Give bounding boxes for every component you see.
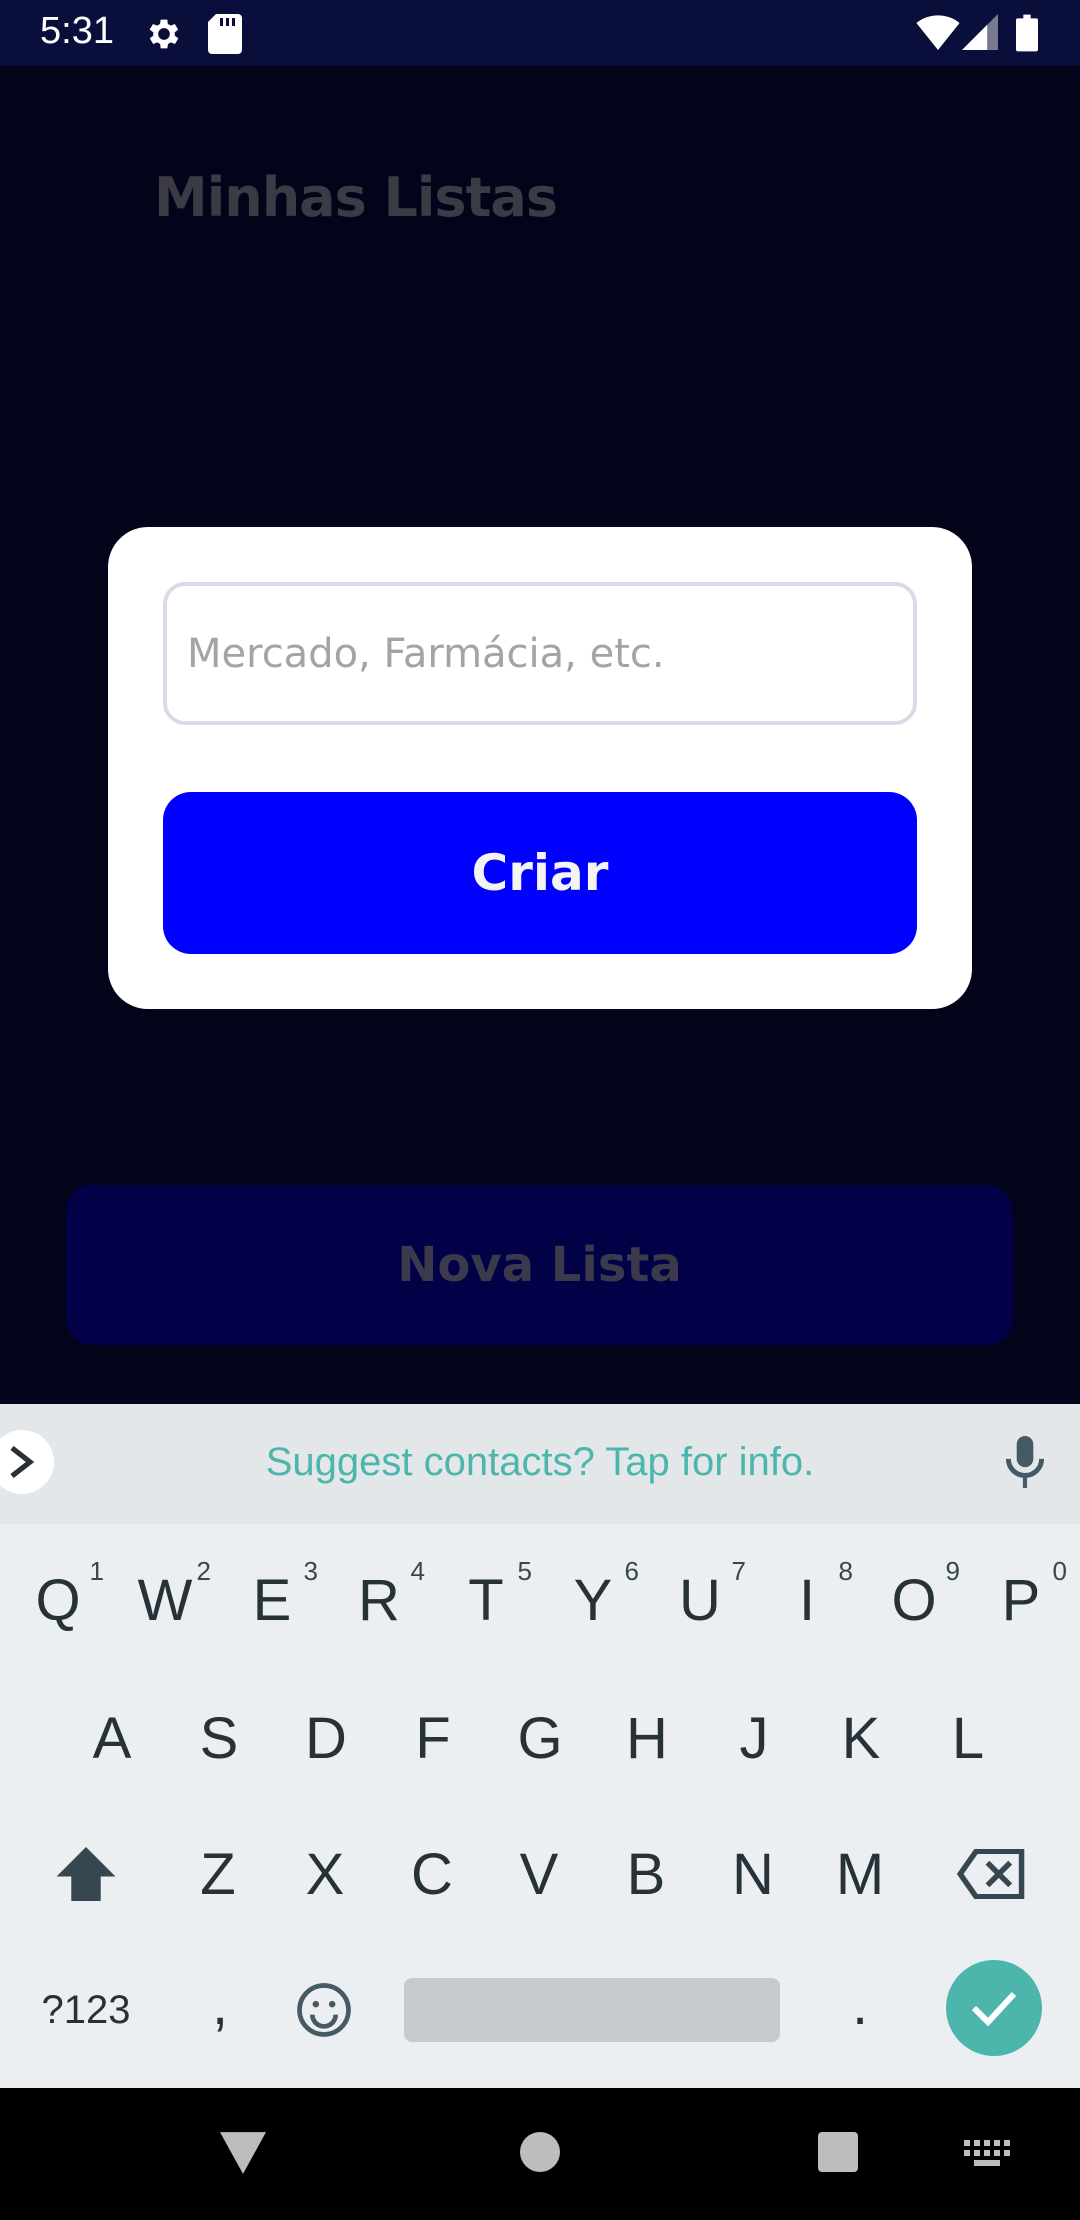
key-label: C <box>411 1841 453 1907</box>
key-u[interactable]: U7 <box>650 1540 750 1660</box>
home-icon[interactable] <box>520 2132 560 2177</box>
key-m[interactable]: M <box>810 1814 910 1934</box>
suggestion-strip: Suggest contacts? Tap for info. <box>0 1404 1080 1524</box>
key-label: K <box>841 1705 881 1771</box>
key-k[interactable]: K <box>811 1678 911 1798</box>
key-label: Z <box>200 1841 236 1907</box>
new-list-button[interactable]: Nova Lista <box>66 1185 1013 1345</box>
key-label: D <box>305 1705 347 1771</box>
key-label: V <box>519 1841 559 1907</box>
back-icon[interactable] <box>220 2132 266 2179</box>
navigation-bar <box>0 2088 1080 2220</box>
key-number-hint: 6 <box>624 1556 639 1586</box>
create-button[interactable]: Criar <box>163 792 917 954</box>
wifi-icon <box>916 14 960 55</box>
page-title: Minhas Listas <box>154 166 558 229</box>
gear-icon <box>144 14 184 59</box>
symbols-key[interactable]: ?123 <box>36 1950 136 2070</box>
key-w[interactable]: W2 <box>115 1540 215 1660</box>
key-label: X <box>305 1841 345 1907</box>
key-label: G <box>517 1705 563 1771</box>
keyboard-switch-icon[interactable] <box>964 2140 1010 2173</box>
battery-icon <box>1016 14 1038 57</box>
key-z[interactable]: Z <box>168 1814 268 1934</box>
key-number-hint: 0 <box>1052 1556 1067 1586</box>
key-number-hint: 9 <box>945 1556 960 1586</box>
key-number-hint: 3 <box>303 1556 318 1586</box>
contacts-suggestion[interactable]: Suggest contacts? Tap for info. <box>0 1440 1080 1485</box>
status-bar: 5:31 <box>0 0 1080 66</box>
signal-icon <box>962 14 998 55</box>
key-x[interactable]: X <box>275 1814 375 1934</box>
key-label: B <box>626 1841 666 1907</box>
key-number-hint: 2 <box>196 1556 211 1586</box>
key-f[interactable]: F <box>383 1678 483 1798</box>
key-label: I <box>798 1567 816 1633</box>
key-number-hint: 7 <box>731 1556 746 1586</box>
space-key[interactable] <box>404 1978 780 2042</box>
mic-icon[interactable] <box>1004 1436 1046 1495</box>
create-list-dialog: Criar <box>108 527 972 1009</box>
status-time: 5:31 <box>40 10 114 52</box>
key-number-hint: 8 <box>838 1556 853 1586</box>
key-label: P <box>1001 1567 1041 1633</box>
key-label: N <box>732 1841 774 1907</box>
key-y[interactable]: Y6 <box>543 1540 643 1660</box>
key-c[interactable]: C <box>382 1814 482 1934</box>
emoji-icon <box>297 1983 351 2037</box>
key-number-hint: 5 <box>517 1556 532 1586</box>
key-number-hint: 4 <box>410 1556 425 1586</box>
period-key[interactable]: . <box>810 1944 910 2064</box>
key-label: Y <box>573 1567 613 1633</box>
backspace-icon <box>957 1849 1025 1899</box>
key-s[interactable]: S <box>169 1678 269 1798</box>
key-i[interactable]: I8 <box>757 1540 857 1660</box>
key-label: W <box>137 1567 193 1633</box>
enter-key[interactable] <box>946 1960 1042 2056</box>
key-v[interactable]: V <box>489 1814 589 1934</box>
key-r[interactable]: R4 <box>329 1540 429 1660</box>
list-name-input[interactable] <box>163 582 917 725</box>
checkmark-icon <box>971 1991 1017 2027</box>
key-label: U <box>679 1567 721 1633</box>
key-label: O <box>891 1567 937 1633</box>
key-d[interactable]: D <box>276 1678 376 1798</box>
key-label: J <box>739 1705 769 1771</box>
key-label: S <box>199 1705 239 1771</box>
key-o[interactable]: O9 <box>864 1540 964 1660</box>
key-label: L <box>951 1705 985 1771</box>
recents-icon[interactable] <box>818 2132 858 2177</box>
key-label: A <box>92 1705 132 1771</box>
key-label: E <box>252 1567 292 1633</box>
key-h[interactable]: H <box>597 1678 697 1798</box>
sd-card-icon <box>208 14 242 59</box>
key-label: Q <box>35 1567 81 1633</box>
key-label: H <box>626 1705 668 1771</box>
emoji-key[interactable] <box>274 1950 374 2070</box>
soft-keyboard: Suggest contacts? Tap for info. Q1W2E3R4… <box>0 1404 1080 2088</box>
key-e[interactable]: E3 <box>222 1540 322 1660</box>
key-label: M <box>835 1841 885 1907</box>
key-a[interactable]: A <box>62 1678 162 1798</box>
backspace-key[interactable] <box>942 1814 1042 1934</box>
key-g[interactable]: G <box>490 1678 590 1798</box>
key-l[interactable]: L <box>918 1678 1018 1798</box>
key-label: R <box>358 1567 400 1633</box>
shift-icon <box>56 1847 116 1901</box>
key-label: F <box>415 1705 451 1771</box>
key-label: T <box>468 1567 504 1633</box>
shift-key[interactable] <box>36 1814 136 1934</box>
key-p[interactable]: P0 <box>971 1540 1071 1660</box>
key-t[interactable]: T5 <box>436 1540 536 1660</box>
comma-key[interactable]: , <box>170 1944 270 2064</box>
key-q[interactable]: Q1 <box>8 1540 108 1660</box>
key-number-hint: 1 <box>89 1556 104 1586</box>
key-n[interactable]: N <box>703 1814 803 1934</box>
key-j[interactable]: J <box>704 1678 804 1798</box>
key-b[interactable]: B <box>596 1814 696 1934</box>
